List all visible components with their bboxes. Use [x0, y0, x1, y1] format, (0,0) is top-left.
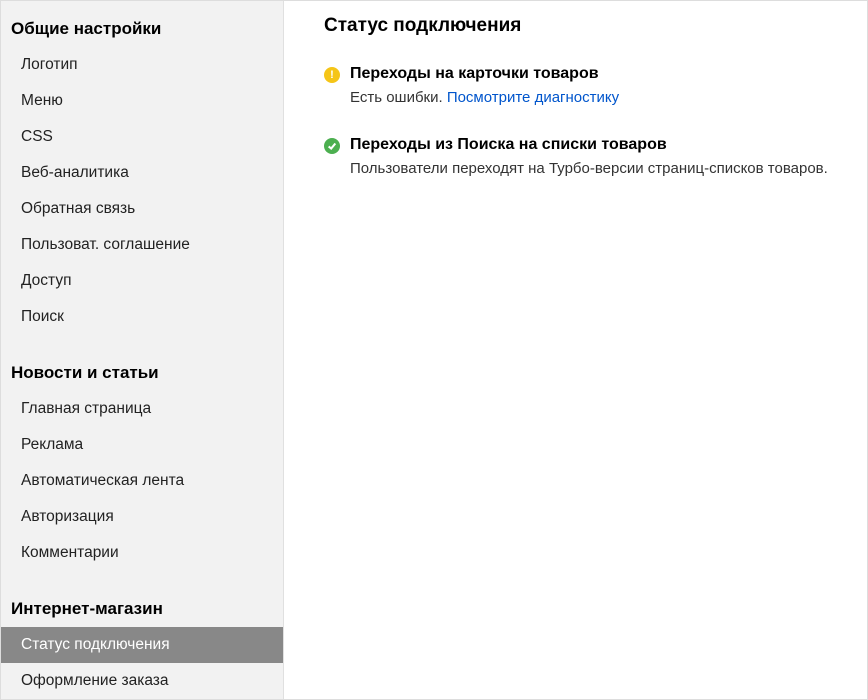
- sidebar-item-user-agreement[interactable]: Пользоват. соглашение: [1, 227, 283, 263]
- status-desc-text: Есть ошибки.: [350, 89, 447, 106]
- sidebar-item-css[interactable]: CSS: [1, 119, 283, 155]
- sidebar-item-authorization[interactable]: Авторизация: [1, 499, 283, 535]
- sidebar-item-access[interactable]: Доступ: [1, 263, 283, 299]
- status-desc-text: Пользователи переходят на Турбо-версии с…: [350, 160, 828, 177]
- sidebar-section-general: Общие настройки: [1, 9, 283, 47]
- main-content: Статус подключения Переходы на карточки …: [284, 1, 867, 699]
- warning-icon: [324, 67, 340, 83]
- sidebar-section-shop: Интернет-магазин: [1, 589, 283, 627]
- sidebar-item-ads[interactable]: Реклама: [1, 427, 283, 463]
- sidebar-item-comments[interactable]: Комментарии: [1, 535, 283, 571]
- status-block-product-cards: Переходы на карточки товаров Есть ошибки…: [324, 65, 867, 106]
- sidebar-item-auto-feed[interactable]: Автоматическая лента: [1, 463, 283, 499]
- sidebar-item-web-analytics[interactable]: Веб-аналитика: [1, 155, 283, 191]
- diagnostics-link[interactable]: Посмотрите диагностику: [447, 89, 619, 106]
- sidebar-item-logo[interactable]: Логотип: [1, 47, 283, 83]
- sidebar-item-main-page[interactable]: Главная страница: [1, 391, 283, 427]
- sidebar: Общие настройки Логотип Меню CSS Веб-ана…: [1, 1, 284, 699]
- sidebar-item-menu[interactable]: Меню: [1, 83, 283, 119]
- sidebar-item-checkout[interactable]: Оформление заказа: [1, 663, 283, 699]
- status-description: Есть ошибки. Посмотрите диагностику: [350, 89, 867, 106]
- success-icon: [324, 138, 340, 154]
- status-title: Переходы на карточки товаров: [350, 65, 599, 83]
- sidebar-section-news: Новости и статьи: [1, 353, 283, 391]
- sidebar-item-feedback[interactable]: Обратная связь: [1, 191, 283, 227]
- sidebar-item-search[interactable]: Поиск: [1, 299, 283, 335]
- status-title: Переходы из Поиска на списки товаров: [350, 136, 667, 154]
- sidebar-item-connection-status[interactable]: Статус подключения: [1, 627, 283, 663]
- status-block-search-lists: Переходы из Поиска на списки товаров Пол…: [324, 136, 867, 177]
- status-description: Пользователи переходят на Турбо-версии с…: [350, 160, 867, 177]
- page-title: Статус подключения: [324, 15, 867, 37]
